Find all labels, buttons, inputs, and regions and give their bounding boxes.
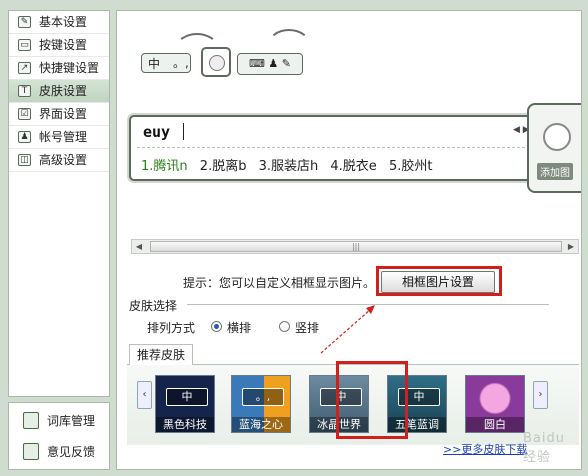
skin-name: 蓝海之心 [232, 417, 290, 432]
next-arrow-icon[interactable]: › [533, 381, 548, 409]
sidebar-item-label: 皮肤设置 [39, 84, 88, 98]
sidebar-item-label: 基本设置 [39, 15, 88, 29]
composition-input: euy [143, 123, 171, 141]
candidate[interactable]: 2.脱离b [200, 159, 247, 174]
feedback-button[interactable]: 意见反馈 [9, 439, 109, 465]
more-skins-link[interactable]: >>更多皮肤下载 [443, 441, 527, 457]
frame-image-settings-button[interactable]: 相框图片设置 [381, 271, 495, 293]
feedback-label: 意见反馈 [47, 445, 96, 459]
highlight-box [336, 361, 408, 439]
candidate-window: euy ◀ ▶ 1.腾讯n 2.脱离b 3.服装店h 4.脱衣e 5.胶州t [129, 115, 533, 181]
window-icon: ☑ [18, 108, 31, 120]
toolbar-indicator[interactable]: ⌨ ♟ ✎ [237, 53, 303, 75]
sidebar-item-advanced[interactable]: ◫ 高级设置 [9, 149, 109, 172]
radio-vertical[interactable] [279, 321, 290, 332]
candidate[interactable]: 3.服装店h [259, 159, 319, 174]
sidebar-item-shortcuts[interactable]: ↗ 快捷键设置 [9, 57, 109, 80]
sidebar-item-basic[interactable]: ✎ 基本设置 [9, 11, 109, 34]
add-image-label[interactable]: 添加图 [537, 163, 573, 180]
frame-tip-text: 提示：您可以自定义相框显示图片。 [183, 276, 376, 290]
sidebar-item-interface[interactable]: ☑ 界面设置 [9, 103, 109, 126]
smiley-icon [543, 123, 571, 151]
skin-preview: 中 。, ⌨ ♟ ✎ euy ◀ ▶ 1.腾讯n 2.脱离b 3.服装店h 4.… [117, 11, 581, 241]
divider [137, 147, 525, 148]
sidebar: ✎ 基本设置 ▭ 按键设置 ↗ 快捷键设置 T 皮肤设置 ☑ 界面设置 ♟ 帐号… [8, 10, 110, 397]
candidate[interactable]: 4.脱衣e [330, 159, 376, 174]
skin-name: 圆白 [466, 417, 524, 432]
sidebar-item-label: 界面设置 [39, 107, 88, 121]
feedback-icon [23, 443, 39, 460]
skin-badge: 中 [166, 388, 208, 406]
skin-thumbnail[interactable]: 。, 蓝海之心 [231, 375, 291, 433]
skin-thumbnail[interactable]: 中 黑色科技 [155, 375, 215, 433]
sidebar-item-account[interactable]: ♟ 帐号管理 [9, 126, 109, 149]
ime-status-bar: 中 。, ⌨ ♟ ✎ [141, 47, 323, 77]
radio-vertical-label[interactable]: 竖排 [295, 319, 319, 336]
skin-thumbnail[interactable]: 圆白 [465, 375, 525, 433]
main-panel: 中 。, ⌨ ♟ ✎ euy ◀ ▶ 1.腾讯n 2.脱离b 3.服装店h 4.… [116, 10, 582, 470]
dictionary-icon [23, 412, 39, 429]
keyboard-icon: ▭ [18, 39, 31, 51]
section-divider [187, 304, 549, 305]
shirt-icon: T [18, 85, 31, 97]
advanced-icon: ◫ [18, 154, 31, 166]
sidebar-item-label: 按键设置 [39, 38, 88, 52]
scroll-thumb[interactable]: ||| [150, 241, 562, 252]
tab-recommended[interactable]: 推荐皮肤 [129, 344, 193, 366]
dictionary-label: 词库管理 [47, 414, 96, 428]
bottom-nav: 词库管理 意见反馈 [8, 402, 110, 470]
sidebar-item-label: 快捷键设置 [39, 61, 100, 75]
user-icon: ♟ [18, 131, 31, 143]
frame-image-slot: 添加图 [527, 103, 581, 193]
logo-icon [201, 47, 231, 77]
wrench-icon: ✎ [18, 16, 31, 28]
radio-horizontal[interactable] [211, 321, 222, 332]
watermark: Baidu 经验 [523, 431, 565, 465]
shortcut-icon: ↗ [18, 62, 31, 74]
skin-name: 黑色科技 [156, 417, 214, 432]
scroll-left-icon[interactable]: ◀ [132, 240, 146, 253]
arrange-label: 排列方式 [147, 321, 196, 335]
candidate[interactable]: 1.腾讯n [141, 159, 188, 174]
scroll-right-icon[interactable]: ▶ [564, 240, 578, 253]
settings-window: ✎ 基本设置 ▭ 按键设置 ↗ 快捷键设置 T 皮肤设置 ☑ 界面设置 ♟ 帐号… [0, 0, 588, 476]
candidate[interactable]: 5.胶州t [389, 159, 433, 174]
sidebar-item-label: 帐号管理 [39, 130, 88, 144]
radio-horizontal-label[interactable]: 横排 [227, 319, 251, 336]
candidate-list: 1.腾讯n 2.脱离b 3.服装店h 4.脱衣e 5.胶州t [141, 155, 440, 174]
sidebar-item-skin[interactable]: T 皮肤设置 [9, 80, 109, 103]
text-caret [183, 123, 184, 140]
sidebar-item-label: 高级设置 [39, 153, 88, 167]
skin-badge: 。, [242, 388, 284, 406]
horizontal-scrollbar[interactable]: ◀ ||| ▶ [131, 239, 579, 254]
prev-arrow-icon[interactable]: ‹ [137, 381, 152, 409]
section-title: 皮肤选择 [129, 299, 178, 313]
punct-indicator[interactable]: 。, [173, 53, 195, 73]
dictionary-button[interactable]: 词库管理 [9, 408, 109, 434]
sidebar-item-keys[interactable]: ▭ 按键设置 [9, 34, 109, 57]
